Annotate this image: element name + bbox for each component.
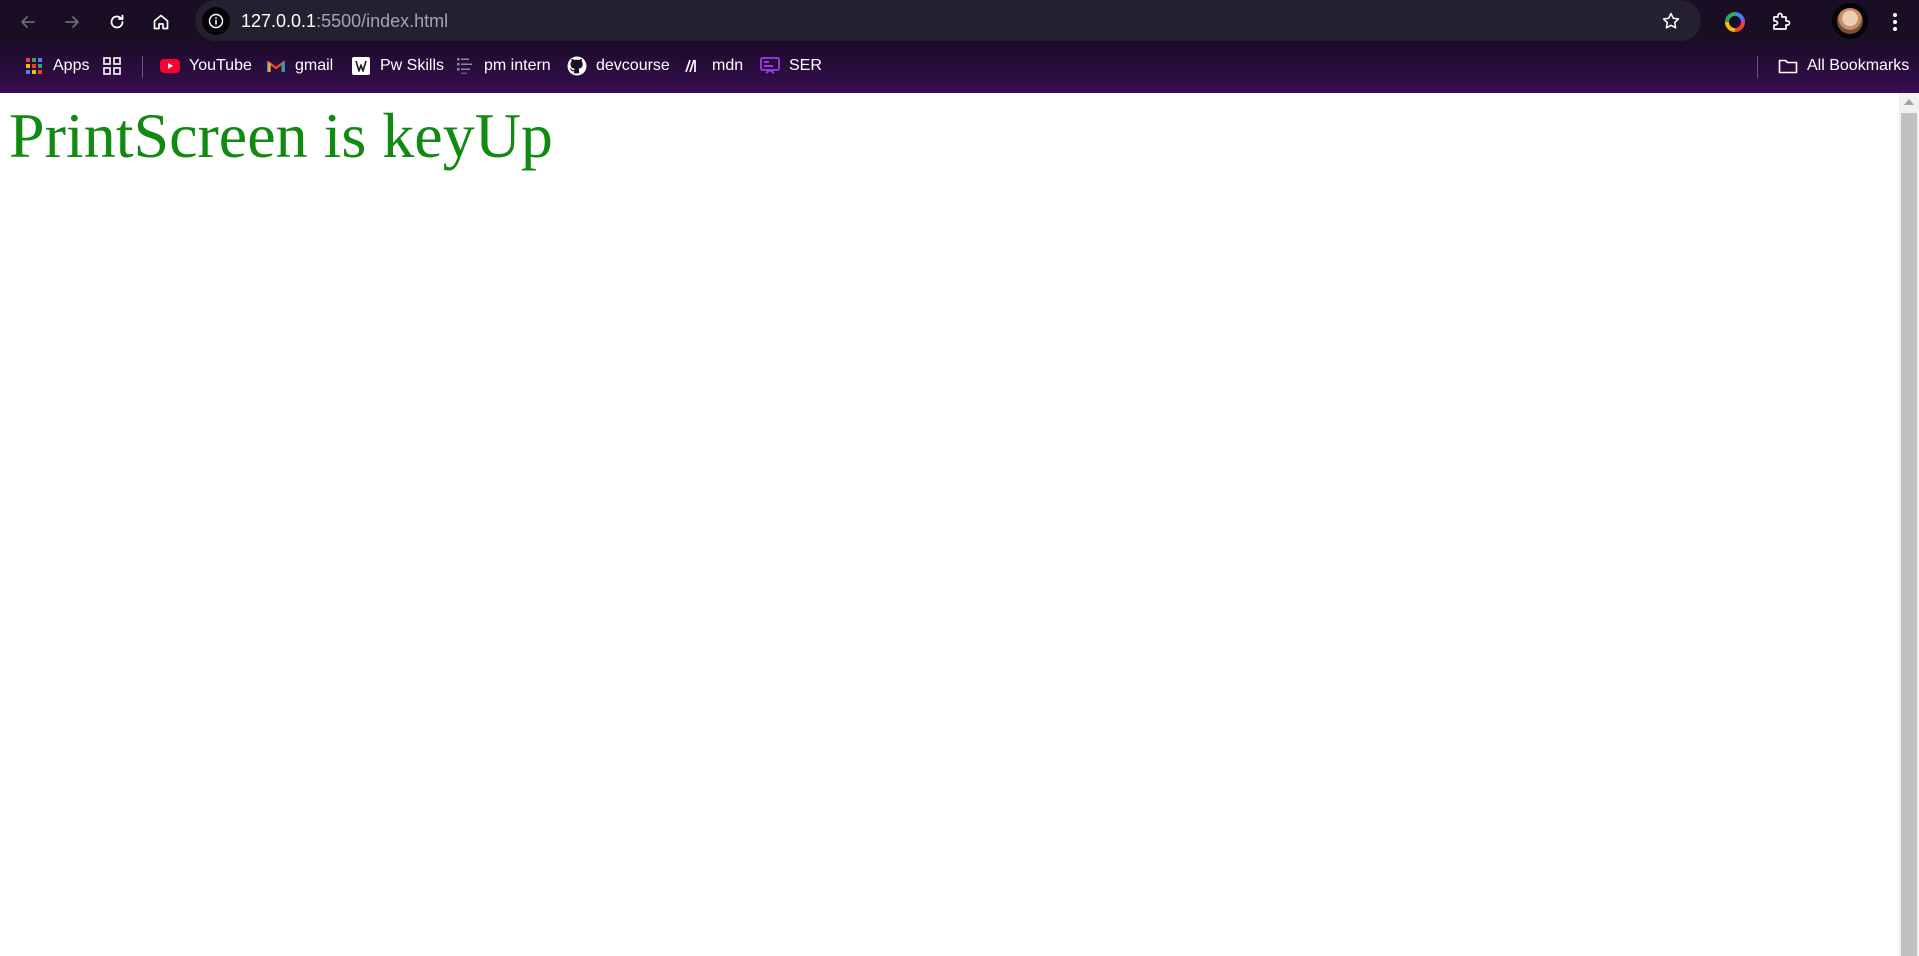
bookmark-pw-skills[interactable]: Pw Skills [351, 54, 444, 78]
bookmarks-bar: Apps YouTube gmail Pw Skills pm intern d… [0, 43, 1919, 93]
more-vert-icon [1893, 13, 1897, 31]
extensions-button[interactable] [1768, 9, 1794, 35]
menu-button[interactable] [1882, 9, 1908, 35]
site-info-button[interactable] [202, 7, 230, 35]
all-bookmarks-label: All Bookmarks [1807, 57, 1910, 74]
bookmark-label: Apps [53, 57, 90, 74]
color-wheel-icon [1725, 12, 1745, 32]
scroll-up-arrow-icon[interactable] [1904, 99, 1914, 105]
all-bookmarks-button[interactable]: All Bookmarks [1778, 54, 1909, 78]
bookmark-divider [142, 56, 143, 78]
tab-groups-button[interactable] [102, 54, 122, 78]
pw-skills-icon [351, 56, 371, 76]
pm-intern-icon [455, 56, 475, 76]
profile-avatar[interactable] [1832, 3, 1868, 39]
home-icon [153, 14, 169, 30]
star-icon [1662, 12, 1680, 29]
reload-button[interactable] [101, 6, 133, 38]
address-bar[interactable]: 127.0.0.1:5500/index.html [195, 0, 1701, 41]
url-path: :5500/index.html [316, 11, 449, 31]
bookmark-label: pm intern [484, 57, 551, 74]
tab-groups-icon [102, 56, 122, 76]
forward-button[interactable] [56, 6, 88, 38]
info-icon [208, 13, 224, 29]
mdn-icon [683, 56, 703, 76]
bookmark-devcourse[interactable]: devcourse [567, 54, 670, 78]
bookmark-label: YouTube [189, 57, 252, 74]
bookmark-gmail[interactable]: gmail [266, 54, 333, 78]
page-heading: PrintScreen is keyUp [9, 100, 553, 171]
browser-toolbar: 127.0.0.1:5500/index.html [0, 0, 1919, 43]
reload-icon [110, 14, 124, 29]
bookmark-apps[interactable]: Apps [24, 54, 89, 78]
bookmark-divider [1757, 56, 1758, 78]
apps-grid-icon [24, 56, 44, 76]
gmail-icon [266, 56, 286, 76]
arrow-right-icon [65, 16, 79, 28]
color-extension-button[interactable] [1722, 9, 1748, 35]
vertical-scrollbar[interactable] [1899, 93, 1919, 956]
bookmark-label: SER [789, 57, 822, 74]
bookmark-star-button[interactable] [1659, 9, 1683, 33]
arrow-left-icon [21, 16, 35, 28]
home-button[interactable] [145, 6, 177, 38]
github-icon [567, 56, 587, 76]
bookmark-label: Pw Skills [380, 57, 445, 74]
ser-icon [760, 56, 780, 76]
bookmark-ser[interactable]: SER [760, 54, 822, 78]
bookmark-label: devcourse [596, 57, 670, 74]
page-viewport: PrintScreen is keyUp [0, 93, 1899, 956]
bookmark-mdn[interactable]: mdn [683, 54, 743, 78]
back-button[interactable] [12, 6, 44, 38]
youtube-icon [160, 56, 180, 76]
scroll-thumb[interactable] [1901, 113, 1917, 956]
bookmark-youtube[interactable]: YouTube [160, 54, 252, 78]
bookmark-label: gmail [295, 57, 334, 74]
bookmark-pm-intern[interactable]: pm intern [455, 54, 551, 78]
url-host: 127.0.0.1 [241, 11, 317, 31]
puzzle-icon [1773, 12, 1791, 30]
folder-icon [1778, 56, 1798, 76]
avatar-image [1837, 8, 1863, 34]
bookmark-label: mdn [712, 57, 744, 74]
url-text[interactable]: 127.0.0.1:5500/index.html [241, 10, 448, 32]
